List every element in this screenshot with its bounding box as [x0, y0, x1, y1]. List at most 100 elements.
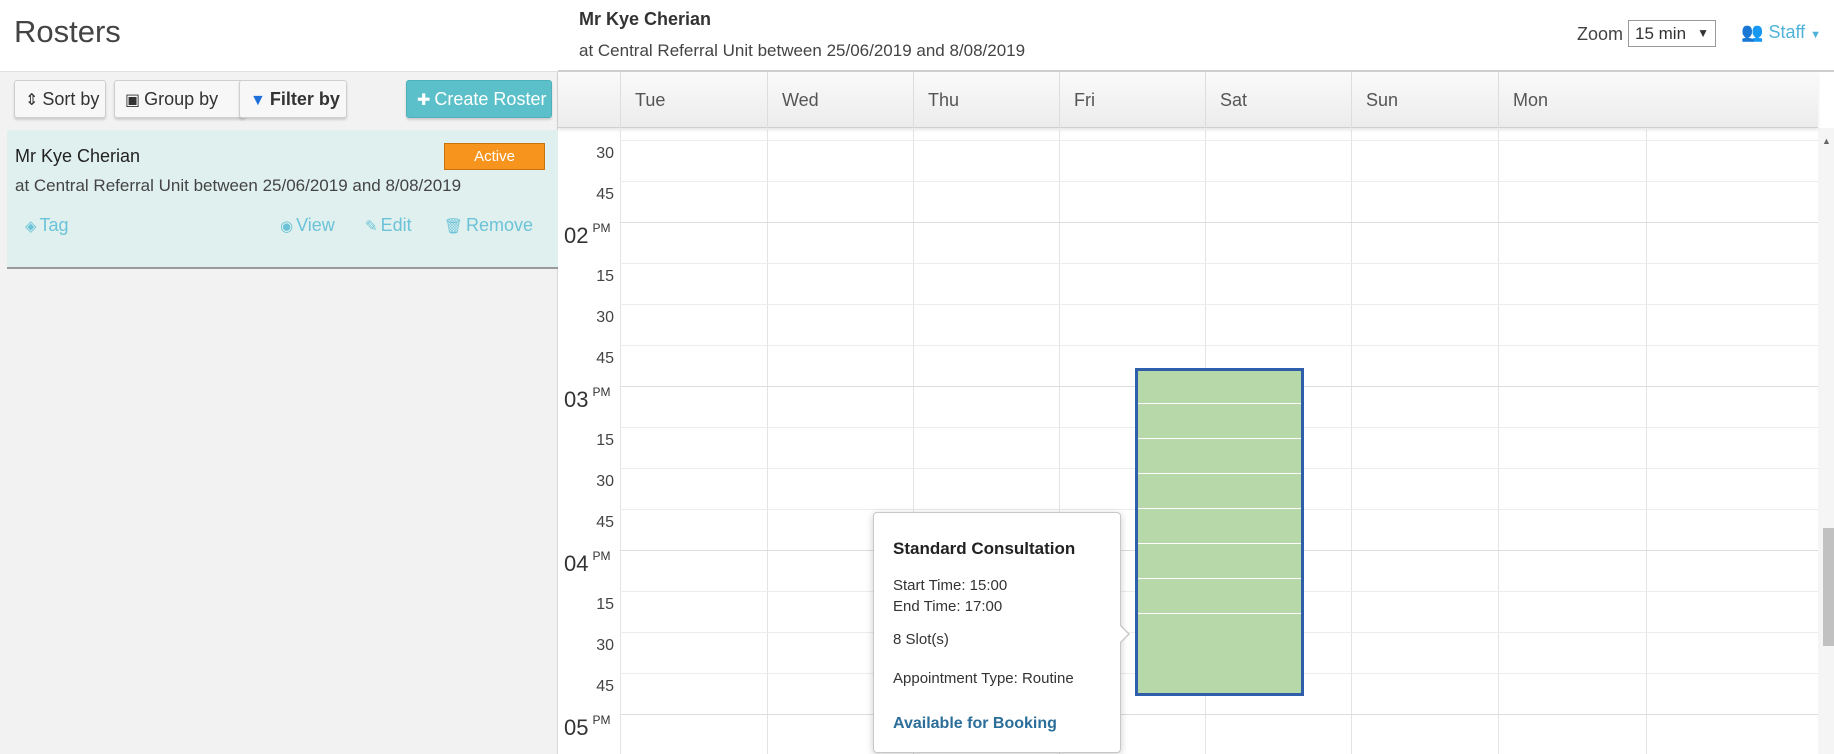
minute-label: 30 [596, 145, 614, 162]
create-roster-label: Create Roster [434, 89, 547, 109]
hour-ampm: PM [592, 385, 611, 399]
staff-label: Staff [1768, 22, 1806, 42]
roster-detail-header: Mr Kye Cherian at Central Referral Unit … [558, 0, 1834, 72]
column-divider [1351, 130, 1352, 754]
edit-icon: ✎ [365, 218, 378, 235]
caret-down-icon: ▼ [1810, 29, 1822, 41]
roster-slot-block[interactable] [1135, 368, 1304, 696]
group-icon: ▣ [125, 92, 141, 109]
sort-icon: ⇕ [25, 92, 39, 109]
minute-label: 15 [596, 268, 614, 285]
roster-list-panel: Rosters ⇕ Sort by ▣ Group by ▼ Filter by ✚ C… [0, 0, 558, 754]
calendar-day-header: Tue Wed Thu Fri Sat Sun Mon [558, 72, 1818, 128]
column-divider [620, 130, 621, 754]
minute-label: 45 [596, 514, 614, 531]
caret-down-icon: ▼ [1697, 26, 1709, 40]
zoom-value: 15 min [1635, 24, 1687, 43]
slot-divider [1138, 403, 1301, 404]
staff-roster-description: at Central Referral Unit between 25/06/2… [579, 41, 1026, 60]
column-divider [1498, 130, 1499, 754]
slot-divider [1138, 543, 1301, 544]
users-icon: 👥 [1741, 22, 1764, 42]
hour-label: 03 PM [564, 385, 611, 413]
hour-ampm: PM [592, 221, 611, 235]
hour-number: 03 [564, 387, 589, 412]
column-divider [767, 130, 768, 754]
day-header: Sat [1205, 72, 1351, 128]
day-header: Thu [913, 72, 1059, 128]
roster-card[interactable]: Mr Kye Cherian Active at Central Referra… [7, 130, 558, 269]
tag-icon: ◈ [25, 218, 37, 235]
day-header: Sun [1351, 72, 1498, 128]
hour-label: 02 PM [564, 221, 611, 249]
time-gridline [620, 140, 1818, 141]
popover-availability-status[interactable]: Available for Booking [893, 715, 1057, 733]
scroll-up-icon[interactable]: ▲ [1822, 136, 1831, 146]
roster-toolbar: ⇕ Sort by ▣ Group by ▼ Filter by ✚ Create Ro… [14, 80, 554, 120]
slot-divider [1138, 473, 1301, 474]
calendar-scrollbar[interactable]: ▲ [1818, 128, 1834, 754]
eye-icon: ◉ [280, 218, 294, 235]
hour-label: 04 PM [564, 549, 611, 577]
sort-label: Sort by [42, 89, 100, 109]
staff-name: Mr Kye Cherian [579, 9, 712, 29]
staff-menu[interactable]: 👥 Staff ▼ [1741, 22, 1821, 43]
minute-label: 45 [596, 186, 614, 203]
popover-appointment-type: Appointment Type: Routine [893, 670, 1074, 687]
day-header: Fri [1059, 72, 1205, 128]
slot-divider [1138, 508, 1301, 509]
time-gridline [620, 263, 1818, 264]
create-roster-button[interactable]: ✚ Create Roster [406, 80, 552, 118]
roster-name: Mr Kye Cherian [15, 146, 141, 166]
group-button[interactable]: ▣ Group by [114, 80, 246, 118]
status-badge: Active [444, 143, 545, 170]
left-header: Rosters [0, 0, 558, 72]
page-title: Rosters [14, 14, 121, 49]
time-gridline [620, 304, 1818, 305]
edit-link[interactable]: ✎ Edit [365, 215, 412, 236]
trash-icon: 🗑 [444, 218, 464, 235]
hour-number: 04 [564, 551, 589, 576]
minute-label: 15 [596, 596, 614, 613]
tag-label: Tag [39, 215, 69, 235]
remove-link[interactable]: 🗑 Remove [444, 215, 533, 236]
popover-start-time: Start Time: 15:00 [893, 577, 1008, 594]
hour-ampm: PM [592, 549, 611, 563]
filter-label: Filter by [269, 89, 340, 109]
slot-divider [1138, 438, 1301, 439]
popover-title: Standard Consultation [893, 539, 1076, 558]
filter-button[interactable]: ▼ Filter by [239, 80, 347, 118]
day-header: Wed [767, 72, 913, 128]
time-gridline [620, 222, 1818, 223]
group-label: Group by [144, 89, 219, 109]
edit-label: Edit [380, 215, 412, 235]
minute-label: 30 [596, 473, 614, 490]
hour-ampm: PM [592, 713, 611, 727]
time-gridline [620, 714, 1818, 715]
view-link[interactable]: ◉ View [280, 215, 335, 236]
zoom-select[interactable]: 15 min ▼ [1628, 20, 1716, 47]
filter-icon: ▼ [250, 92, 266, 109]
popover-arrow [1119, 624, 1130, 644]
sort-button[interactable]: ⇕ Sort by [14, 80, 106, 118]
day-header: Mon [1498, 72, 1646, 128]
remove-label: Remove [466, 215, 534, 235]
tag-link[interactable]: ◈ Tag [25, 215, 69, 236]
time-gridline [620, 181, 1818, 182]
popover-end-time: End Time: 17:00 [893, 598, 1003, 615]
column-divider [1646, 130, 1647, 754]
day-header: Tue [620, 72, 767, 128]
zoom-label: Zoom [1577, 24, 1624, 44]
slot-divider [1138, 578, 1301, 579]
scrollbar-thumb[interactable] [1823, 528, 1834, 646]
view-label: View [296, 215, 335, 235]
hour-label: 05 PM [564, 713, 611, 741]
plus-icon: ✚ [417, 92, 431, 109]
minute-label: 30 [596, 637, 614, 654]
slot-details-popover: Standard Consultation Start Time: 15:00 … [873, 512, 1130, 753]
minute-label: 45 [596, 350, 614, 367]
hour-number: 02 [564, 223, 589, 248]
minute-label: 30 [596, 309, 614, 326]
minute-label: 45 [596, 678, 614, 695]
hour-number: 05 [564, 715, 589, 740]
